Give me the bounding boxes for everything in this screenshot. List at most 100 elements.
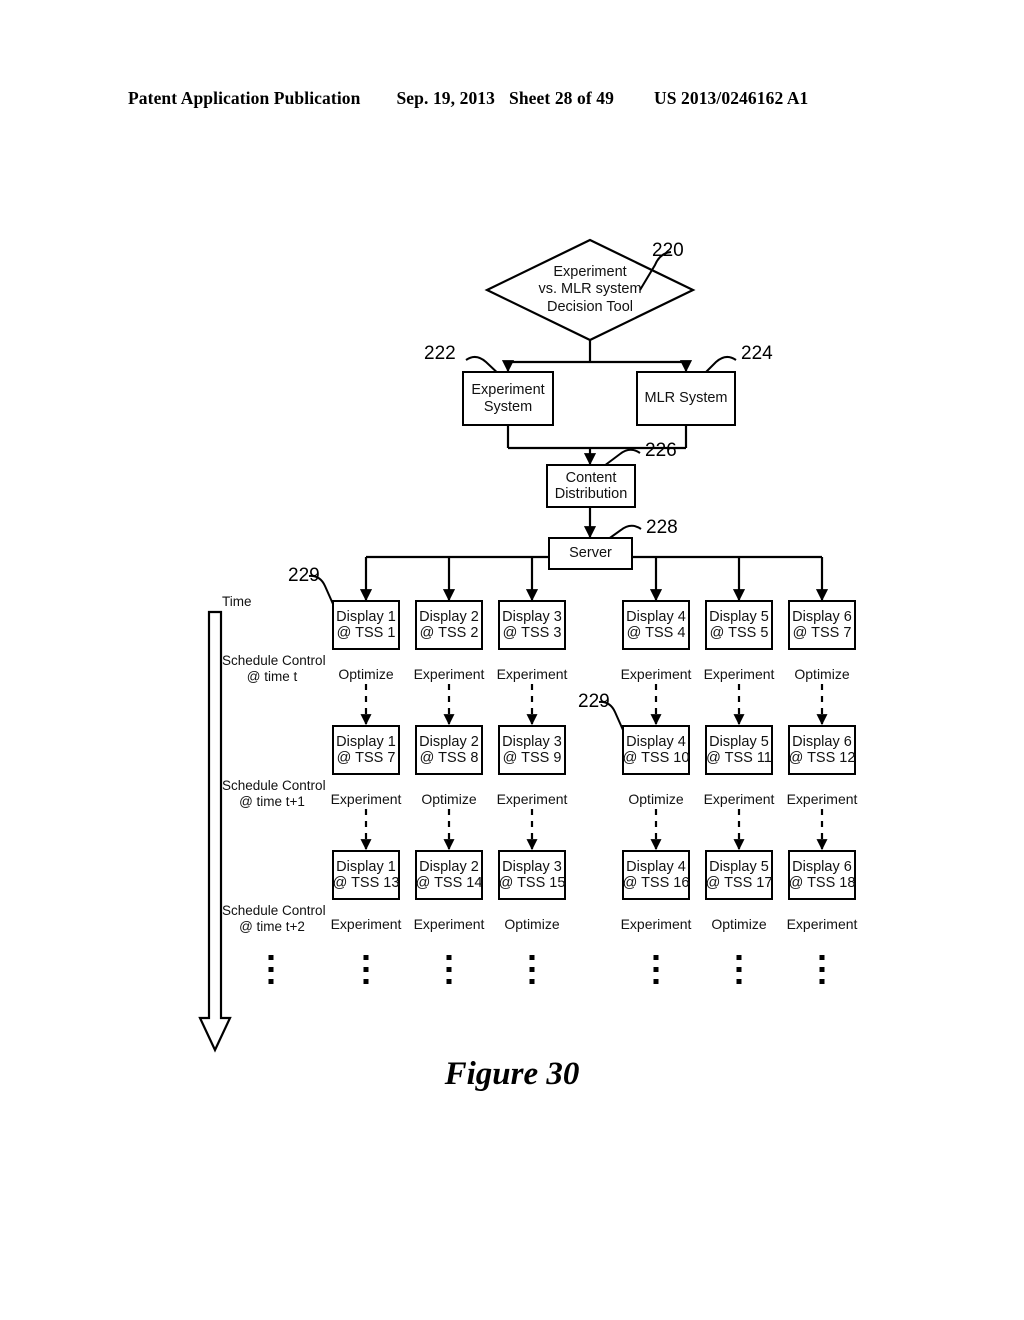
schedule-row-label-0-line-1: Schedule Control <box>222 653 326 668</box>
experiment-system-node[interactable]: Experiment System <box>462 371 554 426</box>
server-line-1: Server <box>569 545 612 562</box>
tss-label-r1c1: @ TSS 8 <box>419 750 479 766</box>
ellipsis-c3 <box>653 955 659 984</box>
display-cell-r0c5[interactable]: Display 6 @ TSS 7 <box>788 600 856 650</box>
experiment-system-line-2: System <box>483 398 533 415</box>
ref-numeral-228: 228 <box>646 517 678 538</box>
status-r2c2: Optimize <box>504 916 560 932</box>
display-cell-r0c1[interactable]: Display 2 @ TSS 2 <box>415 600 483 650</box>
ref-numeral-229-a: 229 <box>288 565 320 586</box>
display-cell-r2c2[interactable]: Display 3 @ TSS 15 <box>498 850 566 900</box>
schedule-row-label-2-line-1: Schedule Control <box>222 903 326 918</box>
status-r1c2: Experiment <box>496 791 568 807</box>
ref-numeral-224: 224 <box>741 343 773 364</box>
display-cell-r2c5[interactable]: Display 6 @ TSS 18 <box>788 850 856 900</box>
content-distribution-line-1: Content <box>565 469 617 486</box>
display-cell-r2c4[interactable]: Display 5 @ TSS 17 <box>705 850 773 900</box>
content-distribution-line-2: Distribution <box>554 486 628 502</box>
status-r1c4: Experiment <box>703 791 775 807</box>
tss-label-r0c3: @ TSS 4 <box>626 625 686 641</box>
display-label-r1c0: Display 1 <box>336 733 396 750</box>
ellipsis-c1 <box>446 955 452 984</box>
mlr-system-node[interactable]: MLR System <box>636 371 736 426</box>
status-r0c0: Optimize <box>338 666 394 682</box>
display-cell-r1c1[interactable]: Display 2 @ TSS 8 <box>415 725 483 775</box>
status-r0c5: Optimize <box>794 666 850 682</box>
display-cell-r1c3[interactable]: Display 4 @ TSS 10 <box>622 725 690 775</box>
display-cell-r2c1[interactable]: Display 2 @ TSS 14 <box>415 850 483 900</box>
tss-label-r0c2: @ TSS 3 <box>502 625 562 641</box>
ellipsis-c5 <box>819 955 825 984</box>
display-cell-r1c2[interactable]: Display 3 @ TSS 9 <box>498 725 566 775</box>
display-label-r0c2: Display 3 <box>502 608 562 625</box>
display-label-r0c3: Display 4 <box>626 608 686 625</box>
display-label-r2c3: Display 4 <box>626 858 686 875</box>
schedule-row-label-2-line-2: @ time t+2 <box>239 919 305 935</box>
ref-numeral-222: 222 <box>424 343 456 364</box>
content-distribution-node[interactable]: Content Distribution <box>546 464 636 508</box>
display-label-r2c2: Display 3 <box>502 858 562 875</box>
schedule-row-label-0: Schedule Control @ time t <box>222 653 326 686</box>
tss-label-r1c3: @ TSS 10 <box>622 750 690 766</box>
schedule-row-label-0-line-2: @ time t <box>246 669 298 685</box>
tss-label-r1c5: @ TSS 12 <box>788 750 856 766</box>
status-r1c0: Experiment <box>330 791 402 807</box>
diagram-connectors <box>198 238 829 1053</box>
display-label-r0c4: Display 5 <box>709 608 769 625</box>
status-r1c1: Optimize <box>421 791 477 807</box>
ref-numeral-229-b: 229 <box>578 691 610 712</box>
status-r0c4: Experiment <box>703 666 775 682</box>
ellipsis-c4 <box>736 955 742 984</box>
status-r2c1: Experiment <box>413 916 485 932</box>
tss-label-r2c5: @ TSS 18 <box>788 875 856 891</box>
schedule-row-label-2: Schedule Control @ time t+2 <box>222 903 326 936</box>
display-label-r2c4: Display 5 <box>709 858 769 875</box>
ellipsis-c0 <box>363 955 369 984</box>
display-cell-r0c3[interactable]: Display 4 @ TSS 4 <box>622 600 690 650</box>
tss-label-r1c0: @ TSS 7 <box>336 750 396 766</box>
display-label-r0c1: Display 2 <box>419 608 479 625</box>
patent-figure-30: Experiment vs. MLR system Decision Tool … <box>0 0 1024 1320</box>
status-r2c3: Experiment <box>620 916 692 932</box>
ellipsis-c2 <box>529 955 535 984</box>
tss-label-r0c5: @ TSS 7 <box>792 625 852 641</box>
display-cell-r0c4[interactable]: Display 5 @ TSS 5 <box>705 600 773 650</box>
display-label-r1c2: Display 3 <box>502 733 562 750</box>
ellipsis-axis <box>268 955 274 984</box>
display-label-r0c5: Display 6 <box>792 608 852 625</box>
display-cell-r0c0[interactable]: Display 1 @ TSS 1 <box>332 600 400 650</box>
display-cell-r2c3[interactable]: Display 4 @ TSS 16 <box>622 850 690 900</box>
schedule-row-label-1: Schedule Control @ time t+1 <box>222 778 326 811</box>
display-cell-r1c4[interactable]: Display 5 @ TSS 11 <box>705 725 773 775</box>
server-node[interactable]: Server <box>548 537 633 570</box>
display-label-r2c0: Display 1 <box>336 858 396 875</box>
tss-label-r1c2: @ TSS 9 <box>502 750 562 766</box>
display-cell-r2c0[interactable]: Display 1 @ TSS 13 <box>332 850 400 900</box>
tss-label-r0c1: @ TSS 2 <box>419 625 479 641</box>
schedule-row-label-1-line-2: @ time t+1 <box>239 794 305 810</box>
schedule-row-label-1-line-1: Schedule Control <box>222 778 326 793</box>
display-cell-r1c5[interactable]: Display 6 @ TSS 12 <box>788 725 856 775</box>
tss-label-r2c3: @ TSS 16 <box>622 875 690 891</box>
display-label-r2c1: Display 2 <box>419 858 479 875</box>
tss-label-r0c0: @ TSS 1 <box>336 625 396 641</box>
display-cell-r0c2[interactable]: Display 3 @ TSS 3 <box>498 600 566 650</box>
decision-line-1: Experiment <box>553 263 627 280</box>
display-label-r0c0: Display 1 <box>336 608 396 625</box>
display-cell-r1c0[interactable]: Display 1 @ TSS 7 <box>332 725 400 775</box>
tss-label-r2c4: @ TSS 17 <box>705 875 773 891</box>
status-r2c4: Optimize <box>711 916 767 932</box>
tss-label-r2c2: @ TSS 15 <box>498 875 566 891</box>
tss-label-r2c0: @ TSS 13 <box>332 875 400 891</box>
display-label-r1c3: Display 4 <box>626 733 686 750</box>
ref-numeral-226: 226 <box>645 440 677 461</box>
status-r1c5: Experiment <box>786 791 858 807</box>
display-label-r1c5: Display 6 <box>792 733 852 750</box>
decision-line-3: Decision Tool <box>547 298 633 315</box>
experiment-system-line-1: Experiment <box>471 382 545 399</box>
figure-caption: Figure 30 <box>444 1056 580 1092</box>
tss-label-r1c4: @ TSS 11 <box>706 750 772 766</box>
display-label-r1c1: Display 2 <box>419 733 479 750</box>
mlr-system-line-1: MLR System <box>644 390 728 407</box>
ref-numeral-220: 220 <box>652 240 684 261</box>
